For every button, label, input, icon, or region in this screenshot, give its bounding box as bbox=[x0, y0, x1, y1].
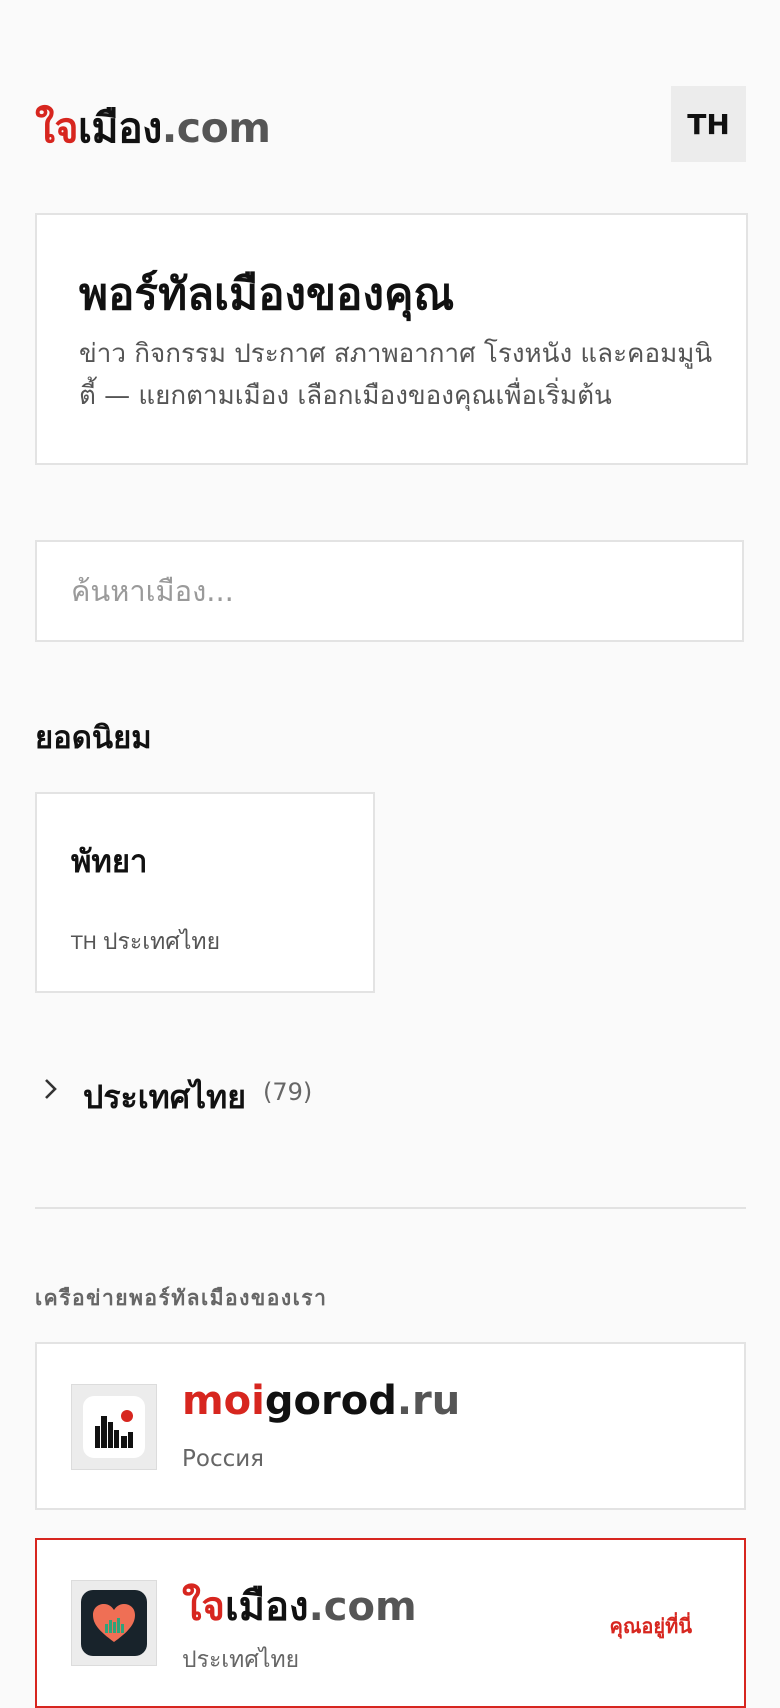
country-name: ประเทศไทย bbox=[83, 1078, 246, 1116]
city-buildings-icon bbox=[71, 1384, 157, 1470]
portal-country: Россия bbox=[182, 1446, 265, 1472]
site-logo[interactable]: ใจเมือง.com bbox=[35, 96, 271, 161]
portal-card-jaimueang[interactable]: ใจเมือง.com ประเทศไทย คุณอยู่ที่นี่ bbox=[35, 1538, 746, 1708]
portal-name: ใจเมือง.com bbox=[182, 1584, 417, 1630]
country-row[interactable]: ประเทศไทย (79) bbox=[35, 1068, 744, 1118]
country-code: TH bbox=[71, 932, 97, 954]
portal-name: moigorod.ru bbox=[182, 1378, 461, 1424]
chevron-right-icon bbox=[41, 1074, 61, 1112]
header: ใจเมือง.com TH bbox=[35, 86, 746, 162]
language-button[interactable]: TH bbox=[671, 86, 746, 162]
heart-city-icon bbox=[71, 1580, 157, 1666]
hero-subtitle: ข่าว กิจกรรม ประกาศ สภาพอากาศ โรงหนัง แล… bbox=[79, 339, 713, 411]
portal-card-moigorod[interactable]: moigorod.ru Россия bbox=[35, 1342, 746, 1510]
city-name: พัทยา bbox=[71, 844, 148, 880]
popular-title: ยอดนิยม bbox=[35, 720, 152, 756]
search-input[interactable] bbox=[37, 542, 742, 640]
city-card[interactable]: พัทยา TH ประเทศไทย bbox=[35, 792, 375, 993]
current-portal-badge: คุณอยู่ที่นี่ bbox=[609, 1614, 692, 1638]
city-search bbox=[35, 540, 744, 642]
country-count: (79) bbox=[263, 1078, 313, 1106]
city-country: TH ประเทศไทย bbox=[71, 929, 221, 955]
hero-title: พอร์ทัลเมืองของคุณ bbox=[79, 269, 455, 320]
network-title: เครือข่ายพอร์ทัลเมืองของเรา bbox=[35, 1286, 328, 1310]
portal-country: ประเทศไทย bbox=[182, 1647, 300, 1673]
hero-card: พอร์ทัลเมืองของคุณ ข่าว กิจกรรม ประกาศ ส… bbox=[35, 213, 748, 465]
divider bbox=[35, 1207, 746, 1209]
